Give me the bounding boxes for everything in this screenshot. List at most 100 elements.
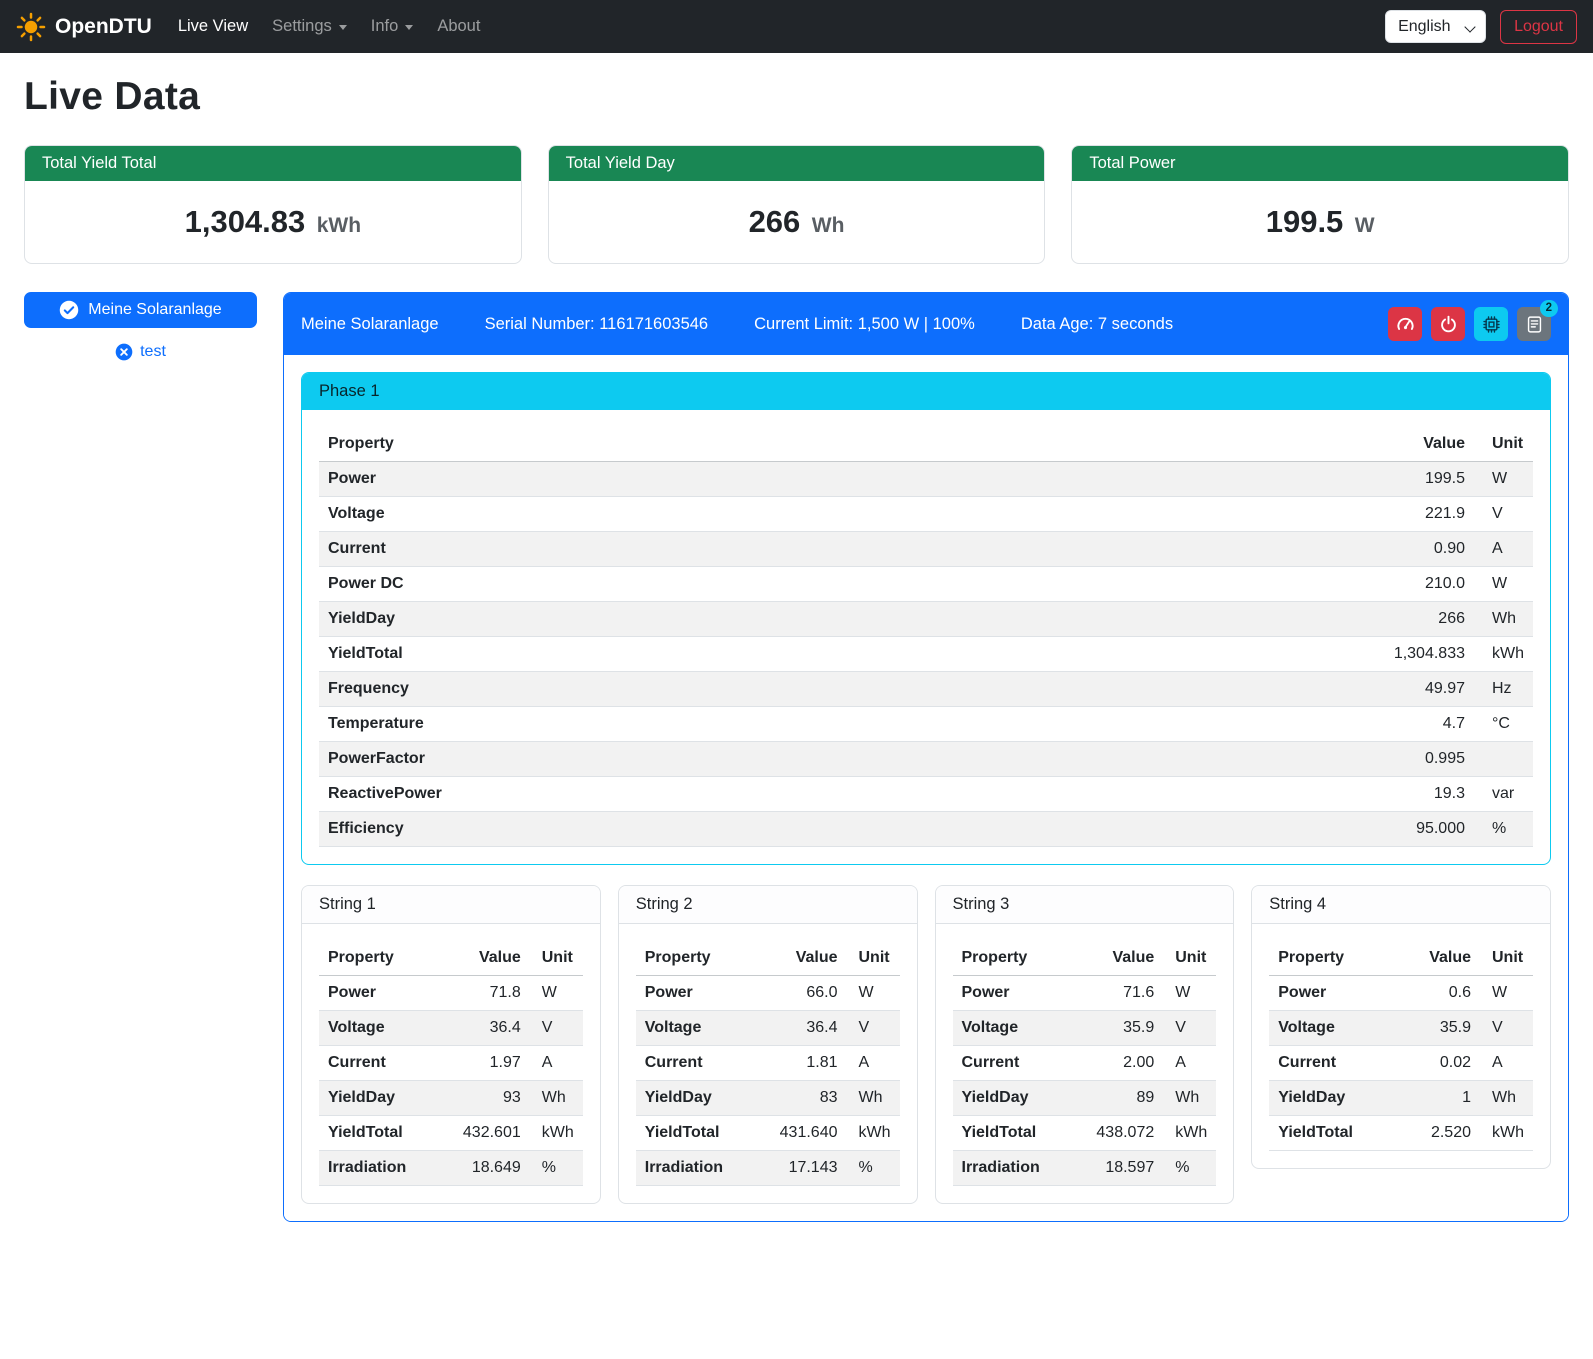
sidebar-item-test[interactable]: test [24,343,257,361]
summary-value: 266 [749,204,801,239]
row-value: 210.0 [1008,567,1474,602]
string-card-body: Property Value Unit Power [1252,924,1550,1168]
col-value: Value [1397,941,1480,976]
row-unit: V [1474,497,1533,532]
table-row: YieldDay 93 Wh [319,1081,583,1116]
row-unit: kWh [847,1116,900,1151]
string-card-title: String 2 [619,886,917,924]
table-row: Power 71.8 W [319,976,583,1011]
row-unit: A [1480,1046,1533,1081]
main-area: Meine Solaranlage test Meine Solaranlage… [24,292,1569,1222]
row-unit: W [1474,462,1533,497]
string-card-4: String 4 Property Value Unit [1251,885,1551,1169]
row-property: YieldTotal [1269,1116,1397,1151]
limit-settings-button[interactable] [1388,307,1422,341]
events-count-badge: 2 [1540,300,1558,317]
event-log-button[interactable]: 2 [1517,307,1551,341]
summary-card-total-yield-total: Total Yield Total 1,304.83 kWh [24,145,522,264]
string-card-1: String 1 Property Value Unit [301,885,601,1204]
row-property: Current [319,532,1008,567]
row-property: Irradiation [636,1151,754,1186]
power-button[interactable] [1431,307,1465,341]
summary-card-total-power: Total Power 199.5 W [1071,145,1569,264]
page-container: Live Data Total Yield Total 1,304.83 kWh… [0,53,1593,1250]
col-unit: Unit [1474,427,1533,462]
row-property: YieldDay [319,602,1008,637]
cpu-icon [1482,315,1501,334]
row-property: Current [953,1046,1071,1081]
string-table-body: Power 71.8 W Voltage 36.4 V [319,976,583,1186]
col-property: Property [636,941,754,976]
row-unit: % [1474,812,1533,847]
data-age: Data Age: 7 seconds [1021,315,1173,334]
row-property: Voltage [636,1011,754,1046]
device-info-button[interactable] [1474,307,1508,341]
string-table-body: Power 66.0 W Voltage 36.4 V [636,976,900,1186]
table-row: ReactivePower 19.3 var [319,777,1533,812]
summary-card-body: 199.5 W [1072,181,1568,263]
table-row: Irradiation 18.597 % [953,1151,1217,1186]
row-value: 199.5 [1008,462,1474,497]
row-property: PowerFactor [319,742,1008,777]
row-unit: V [530,1011,583,1046]
string-table-head: Property Value Unit [1269,941,1533,976]
row-property: YieldTotal [636,1116,754,1151]
row-value: 4.7 [1008,707,1474,742]
row-value: 71.6 [1070,976,1163,1011]
row-value: 431.640 [754,1116,847,1151]
row-property: Current [636,1046,754,1081]
col-property: Property [319,941,437,976]
row-value: 36.4 [437,1011,530,1046]
row-unit: Wh [847,1081,900,1116]
string-card-title: String 3 [936,886,1234,924]
row-property: Voltage [319,1011,437,1046]
row-value: 266 [1008,602,1474,637]
nav-live-view[interactable]: Live View [166,9,260,44]
row-property: YieldTotal [319,637,1008,672]
string-table: Property Value Unit Power [319,941,583,1186]
row-unit: W [1474,567,1533,602]
row-value: 89 [1070,1081,1163,1116]
summary-value: 1,304.83 [185,204,306,239]
nav-info[interactable]: Info [359,9,426,44]
row-value: 17.143 [754,1151,847,1186]
row-unit: W [1480,976,1533,1011]
table-row: Voltage 221.9 V [319,497,1533,532]
nav-about[interactable]: About [425,9,492,44]
col-property: Property [319,427,1008,462]
row-value: 71.8 [437,976,530,1011]
row-property: Power [319,976,437,1011]
string-table-body: Power 71.6 W Voltage 35.9 V [953,976,1217,1186]
row-property: Power [1269,976,1397,1011]
table-row: Voltage 35.9 V [1269,1011,1533,1046]
row-value: 438.072 [1070,1116,1163,1151]
row-property: Frequency [319,672,1008,707]
sidebar-item-meine-solaranlage[interactable]: Meine Solaranlage [24,292,257,328]
nav-info-label: Info [371,17,399,36]
row-value: 93 [437,1081,530,1116]
brand[interactable]: OpenDTU [16,12,152,42]
row-value: 83 [754,1081,847,1116]
gauge-icon [1396,315,1415,334]
row-unit: V [847,1011,900,1046]
table-row: YieldTotal 431.640 kWh [636,1116,900,1151]
col-value: Value [437,941,530,976]
table-row: YieldDay 1 Wh [1269,1081,1533,1116]
col-property: Property [953,941,1071,976]
phase-card: Phase 1 Property Value Unit [301,372,1551,865]
language-select[interactable]: English [1385,10,1486,43]
string-table-body: Power 0.6 W Voltage 35.9 V [1269,976,1533,1151]
table-row: Current 2.00 A [953,1046,1217,1081]
row-unit: V [1480,1011,1533,1046]
string-card-body: Property Value Unit Power [302,924,600,1203]
row-value: 18.649 [437,1151,530,1186]
string-card-title: String 4 [1252,886,1550,924]
logout-button[interactable]: Logout [1500,10,1577,44]
table-row: Current 1.97 A [319,1046,583,1081]
row-unit: kWh [1474,637,1533,672]
row-property: Current [319,1046,437,1081]
table-row: Power 66.0 W [636,976,900,1011]
inverter-panel-header: Meine Solaranlage Serial Number: 1161716… [284,293,1568,355]
nav-settings[interactable]: Settings [260,9,359,44]
table-row: PowerFactor 0.995 [319,742,1533,777]
